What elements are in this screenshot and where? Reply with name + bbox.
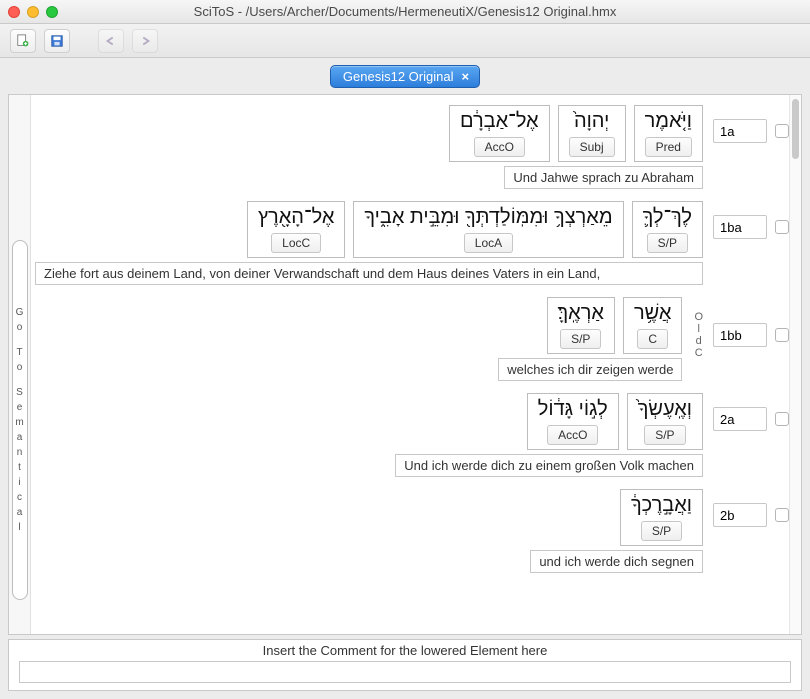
word-unit[interactable]: וַיֹּ֤אמֶר Pred (634, 105, 703, 162)
hebrew-text: וְאֶֽעֶשְׂךָ֙ (638, 398, 692, 421)
vertical-scrollbar[interactable] (789, 95, 801, 634)
translation-text[interactable]: Ziehe fort aus deinem Land, von deiner V… (35, 262, 703, 285)
side-rail: Go To Semantical (9, 95, 31, 634)
comment-label: Insert the Comment for the lowered Eleme… (9, 640, 801, 661)
window-title: SciToS - /Users/Archer/Documents/Hermene… (8, 4, 802, 19)
word-unit[interactable]: אֶל־הָאָ֖רֶץ LocC (247, 201, 345, 258)
hebrew-text: אֶל־הָאָ֖רֶץ (258, 206, 334, 229)
word-unit[interactable]: אֲשֶׁ֥ר C (623, 297, 682, 354)
new-file-button[interactable] (10, 29, 36, 53)
verse-input[interactable] (713, 215, 767, 239)
word-unit[interactable]: מֵאַרְצְךָ֥ וּמִמּֽוֹלַדְתְּךָ֖ וּמִבֵּ֣… (353, 201, 623, 258)
tag-button[interactable]: S/P (647, 233, 688, 253)
hebrew-text: מֵאַרְצְךָ֥ וּמִמּֽוֹלַדְתְּךָ֖ וּמִבֵּ֣… (364, 206, 612, 229)
save-button[interactable] (44, 29, 70, 53)
tag-button[interactable]: S/P (641, 521, 682, 541)
hebrew-text: אַרְאֶֽךָּ׃ (558, 302, 604, 325)
window-controls (8, 6, 58, 18)
scrollbar-thumb[interactable] (792, 99, 799, 159)
translation-text[interactable]: welches ich dir zeigen werde (498, 358, 682, 381)
go-to-semantical-button[interactable]: Go To Semantical (12, 240, 28, 600)
clause-note: OldC (692, 311, 705, 359)
tag-button[interactable]: Pred (645, 137, 692, 157)
hebrew-text: אֶל־אַבְרָ֔ם (460, 110, 539, 133)
word-unit[interactable]: יְהוָה֙ Subj (558, 105, 626, 162)
comment-input[interactable] (19, 661, 791, 683)
clause-canvas: אֶל־אַבְרָ֔ם AccO יְהוָה֙ Subj וַיֹּ֤אמֶ… (31, 95, 801, 634)
verse-input[interactable] (713, 323, 767, 347)
tag-button[interactable]: S/P (644, 425, 685, 445)
clause-checkbox[interactable] (775, 328, 789, 342)
word-unit[interactable]: אֶל־אַבְרָ֔ם AccO (449, 105, 550, 162)
verse-input[interactable] (713, 407, 767, 431)
clause-row: לְג֣וֹי גָּד֔וֹל AccO וְאֶֽעֶשְׂךָ֙ S/P … (35, 393, 789, 477)
clause-row: אֶל־אַבְרָ֔ם AccO יְהוָה֙ Subj וַיֹּ֤אמֶ… (35, 105, 789, 189)
tab-label: Genesis12 Original (343, 69, 454, 84)
tag-button[interactable]: Subj (569, 137, 615, 157)
tag-button[interactable]: S/P (560, 329, 601, 349)
translation-text[interactable]: Und Jahwe sprach zu Abraham (504, 166, 703, 189)
maximize-icon[interactable] (46, 6, 58, 18)
clause-checkbox[interactable] (775, 412, 789, 426)
tag-button[interactable]: LocC (271, 233, 321, 253)
translation-text[interactable]: Und ich werde dich zu einem großen Volk … (395, 454, 703, 477)
tag-button[interactable]: AccO (547, 425, 598, 445)
close-icon[interactable] (8, 6, 20, 18)
tag-button[interactable]: AccO (474, 137, 525, 157)
clause-row: אַרְאֶֽךָּ׃ S/P אֲשֶׁ֥ר C welches ich di… (35, 297, 789, 381)
word-unit[interactable]: לֶךְ־לְךָ֛ S/P (632, 201, 703, 258)
translation-text[interactable]: und ich werde dich segnen (530, 550, 703, 573)
hebrew-text: לֶךְ־לְךָ֛ (643, 206, 692, 229)
hebrew-text: אֲשֶׁ֥ר (634, 302, 671, 325)
clause-row: אֶל־הָאָ֖רֶץ LocC מֵאַרְצְךָ֥ וּמִמּֽוֹל… (35, 201, 789, 285)
redo-button[interactable] (132, 29, 158, 53)
tab-close-icon[interactable]: × (461, 69, 469, 84)
tag-button[interactable]: C (637, 329, 668, 349)
hebrew-text: וַאֲבָ֣רֶכְךָ֔ (631, 494, 692, 517)
verse-input[interactable] (713, 503, 767, 527)
clause-checkbox[interactable] (775, 220, 789, 234)
hebrew-text: וַיֹּ֤אמֶר (645, 110, 692, 133)
tag-button[interactable]: LocA (464, 233, 513, 253)
word-unit[interactable]: וְאֶֽעֶשְׂךָ֙ S/P (627, 393, 703, 450)
clause-checkbox[interactable] (775, 124, 789, 138)
titlebar: SciToS - /Users/Archer/Documents/Hermene… (0, 0, 810, 24)
toolbar (0, 24, 810, 58)
minimize-icon[interactable] (27, 6, 39, 18)
clause-checkbox[interactable] (775, 508, 789, 522)
workspace: Go To Semantical אֶל־אַבְרָ֔ם AccO יְהוָ… (8, 94, 802, 635)
word-unit[interactable]: אַרְאֶֽךָּ׃ S/P (547, 297, 615, 354)
word-unit[interactable]: וַאֲבָ֣רֶכְךָ֔ S/P (620, 489, 703, 546)
document-tab[interactable]: Genesis12 Original × (330, 65, 480, 88)
clause-row: וַאֲבָ֣רֶכְךָ֔ S/P und ich werde dich se… (35, 489, 789, 573)
hebrew-text: יְהוָה֙ (574, 110, 609, 133)
undo-button[interactable] (98, 29, 124, 53)
comment-panel: Insert the Comment for the lowered Eleme… (8, 639, 802, 691)
verse-input[interactable] (713, 119, 767, 143)
word-unit[interactable]: לְג֣וֹי גָּד֔וֹל AccO (527, 393, 619, 450)
tab-bar: Genesis12 Original × (0, 58, 810, 94)
hebrew-text: לְג֣וֹי גָּד֔וֹל (538, 398, 608, 421)
